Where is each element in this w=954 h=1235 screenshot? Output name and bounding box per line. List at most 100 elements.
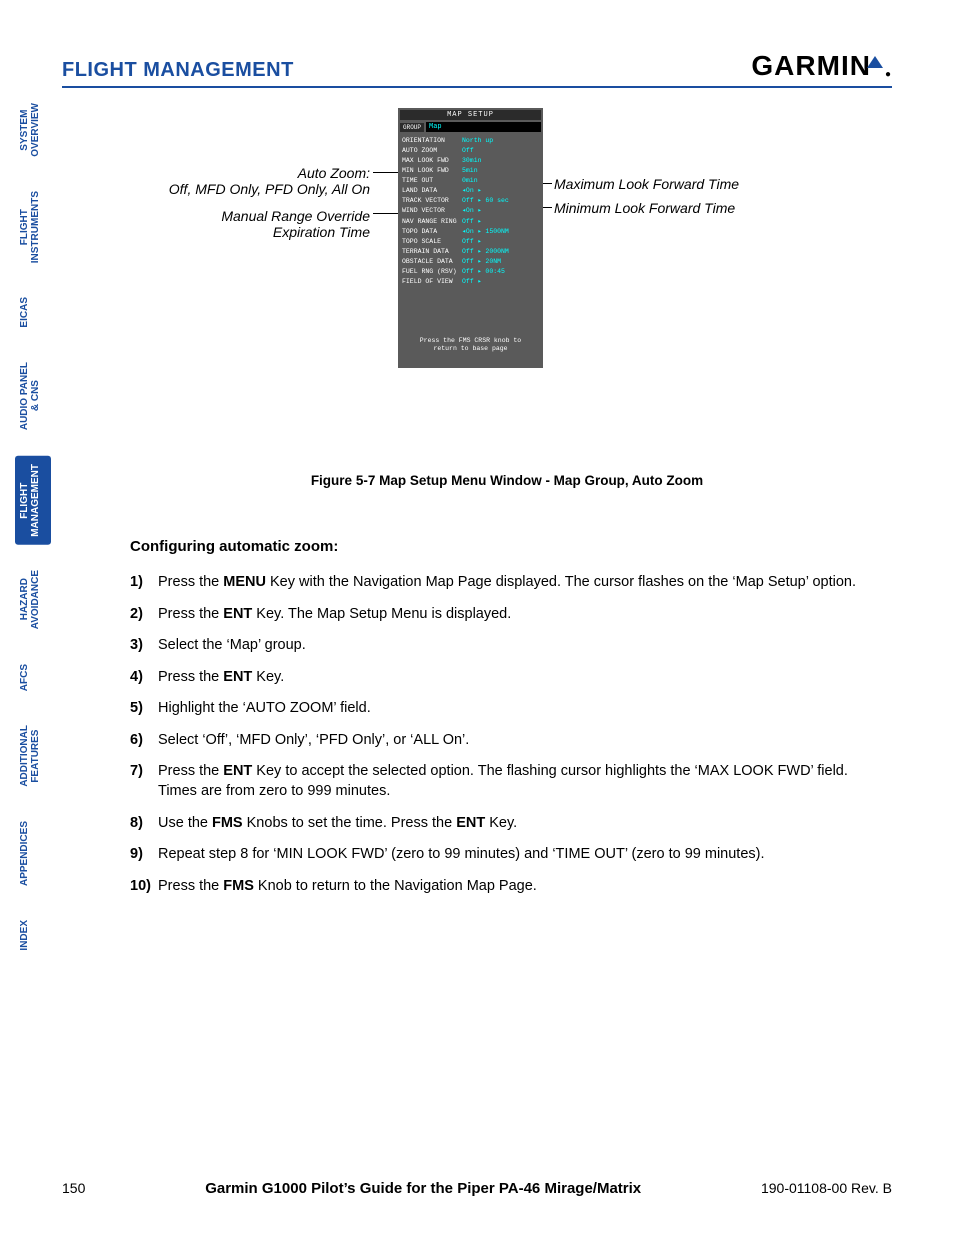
procedure-step: Press the ENT Key to accept the selected…: [130, 762, 884, 801]
sidebar-tab[interactable]: FLIGHT MANAGEMENT: [15, 456, 51, 545]
setup-key: TRACK VECTOR: [400, 196, 462, 206]
setup-value: Off: [462, 146, 541, 156]
garmin-triangle-icon: [867, 56, 883, 68]
sidebar-tab[interactable]: ADDITIONAL FEATURES: [15, 717, 51, 795]
sidebar-tab[interactable]: APPENDICES: [15, 813, 51, 894]
map-setup-row: NAV RANGE RINGOff ▸: [400, 217, 541, 227]
sidebar-tab[interactable]: INDEX: [15, 912, 51, 959]
setup-key: MAX LOOK FWD: [400, 156, 462, 166]
sidebar-tab[interactable]: HAZARD AVOIDANCE: [15, 562, 51, 637]
setup-key: OBSTACLE DATA: [400, 257, 462, 267]
sidebar-tab[interactable]: AUDIO PANEL & CNS: [15, 354, 51, 438]
callout-line: [373, 213, 400, 214]
setup-value: ◂On ▸: [462, 206, 541, 216]
group-label: GROUP: [400, 123, 424, 132]
procedure-step: Select ‘Off’, ‘MFD Only’, ‘PFD Only’, or…: [130, 731, 884, 751]
map-setup-row: TOPO DATA◂On ▸ 1500NM: [400, 227, 541, 237]
setup-key: MIN LOOK FWD: [400, 166, 462, 176]
map-setup-row: AUTO ZOOMOff: [400, 146, 541, 156]
map-setup-row: FUEL RNG (RSV)Off ▸ 00:45: [400, 267, 541, 277]
callout-line: [373, 172, 400, 173]
garmin-logo-text: GARMIN: [751, 50, 871, 82]
procedure-step: Use the FMS Knobs to set the time. Press…: [130, 814, 884, 834]
map-setup-row: TIME OUT0min: [400, 176, 541, 186]
procedure-steps: Press the MENU Key with the Navigation M…: [130, 573, 884, 896]
map-setup-footer: Press the FMS CRSR knob to return to bas…: [400, 337, 541, 354]
callout-text: Off, MFD Only, PFD Only, All On: [70, 181, 370, 197]
footer-line: return to base page: [400, 345, 541, 353]
setup-value: Off ▸: [462, 237, 541, 247]
setup-key: AUTO ZOOM: [400, 146, 462, 156]
setup-value: ◂On ▸ 1500NM: [462, 227, 541, 237]
procedure-step: Press the FMS Knob to return to the Navi…: [130, 877, 884, 897]
setup-key: TIME OUT: [400, 176, 462, 186]
setup-value: ◂On ▸: [462, 186, 541, 196]
setup-key: TOPO SCALE: [400, 237, 462, 247]
setup-key: LAND DATA: [400, 186, 462, 196]
setup-value: Off ▸ 2000NM: [462, 247, 541, 257]
map-setup-row: WIND VECTOR◂On ▸: [400, 206, 541, 216]
procedure-step: Highlight the ‘AUTO ZOOM’ field.: [130, 699, 884, 719]
procedure-step: Repeat step 8 for ‘MIN LOOK FWD’ (zero t…: [130, 845, 884, 865]
group-value: Map: [426, 122, 541, 132]
garmin-logo-period: ●: [885, 69, 892, 80]
sidebar-tab[interactable]: FLIGHT INSTRUMENTS: [15, 183, 51, 271]
map-setup-title: MAP SETUP: [400, 110, 541, 120]
map-setup-group-row: GROUP Map: [400, 122, 541, 132]
map-setup-row: TOPO SCALEOff ▸: [400, 237, 541, 247]
procedure-step: Select the ‘Map’ group.: [130, 636, 884, 656]
figure-area: Auto Zoom: Off, MFD Only, PFD Only, All …: [130, 100, 884, 465]
callout-auto-zoom: Auto Zoom: Off, MFD Only, PFD Only, All …: [70, 165, 370, 197]
setup-key: TOPO DATA: [400, 227, 462, 237]
callout-text: Auto Zoom:: [70, 165, 370, 181]
page-header: FLIGHT MANAGEMENT GARMIN ●: [62, 50, 892, 88]
callout-manual-range: Manual Range Override Expiration Time: [70, 208, 370, 240]
setup-value: Off ▸ 60 sec: [462, 196, 541, 206]
map-setup-window: MAP SETUP GROUP Map ORIENTATIONNorth upA…: [398, 108, 543, 368]
map-setup-rows: ORIENTATIONNorth upAUTO ZOOMOffMAX LOOK …: [400, 136, 541, 287]
map-setup-row: LAND DATA◂On ▸: [400, 186, 541, 196]
setup-key: ORIENTATION: [400, 136, 462, 146]
procedure-heading: Configuring automatic zoom:: [130, 538, 884, 555]
footer-title: Garmin G1000 Pilot’s Guide for the Piper…: [205, 1180, 641, 1197]
sidebar-tabs: SYSTEM OVERVIEW FLIGHT INSTRUMENTS EICAS AU…: [15, 95, 51, 958]
map-setup-row: ORIENTATIONNorth up: [400, 136, 541, 146]
callout-max-look: Maximum Look Forward Time: [554, 176, 739, 192]
setup-value: 5min: [462, 166, 541, 176]
procedure-step: Press the ENT Key. The Map Setup Menu is…: [130, 605, 884, 625]
page-number: 150: [62, 1180, 85, 1196]
map-setup-row: TRACK VECTOROff ▸ 60 sec: [400, 196, 541, 206]
setup-value: 30min: [462, 156, 541, 166]
sidebar-tab[interactable]: SYSTEM OVERVIEW: [15, 95, 51, 165]
map-setup-row: OBSTACLE DATAOff ▸ 20NM: [400, 257, 541, 267]
callout-text: Expiration Time: [70, 224, 370, 240]
setup-value: Off ▸ 20NM: [462, 257, 541, 267]
map-setup-row: MAX LOOK FWD30min: [400, 156, 541, 166]
footer-revision: 190-01108-00 Rev. B: [761, 1180, 892, 1196]
section-title: FLIGHT MANAGEMENT: [62, 59, 294, 82]
footer-line: Press the FMS CRSR knob to: [400, 337, 541, 345]
setup-key: FUEL RNG (RSV): [400, 267, 462, 277]
callout-text: Manual Range Override: [70, 208, 370, 224]
procedure-step: Press the ENT Key.: [130, 668, 884, 688]
callout-min-look: Minimum Look Forward Time: [554, 200, 735, 216]
setup-value: Off ▸ 00:45: [462, 267, 541, 277]
setup-value: North up: [462, 136, 541, 146]
sidebar-tab[interactable]: EICAS: [15, 289, 51, 336]
setup-value: 0min: [462, 176, 541, 186]
map-setup-row: TERRAIN DATAOff ▸ 2000NM: [400, 247, 541, 257]
garmin-logo: GARMIN ●: [751, 50, 892, 82]
setup-value: Off ▸: [462, 277, 541, 287]
map-setup-row: FIELD OF VIEWOff ▸: [400, 277, 541, 287]
main-content: Auto Zoom: Off, MFD Only, PFD Only, All …: [130, 100, 884, 908]
figure-caption: Figure 5-7 Map Setup Menu Window - Map G…: [130, 473, 884, 488]
setup-key: NAV RANGE RING: [400, 217, 462, 227]
setup-value: Off ▸: [462, 217, 541, 227]
map-setup-row: MIN LOOK FWD5min: [400, 166, 541, 176]
setup-key: WIND VECTOR: [400, 206, 462, 216]
setup-key: FIELD OF VIEW: [400, 277, 462, 287]
page-footer: 150 Garmin G1000 Pilot’s Guide for the P…: [62, 1180, 892, 1197]
sidebar-tab[interactable]: AFCS: [15, 656, 51, 699]
setup-key: TERRAIN DATA: [400, 247, 462, 257]
procedure-step: Press the MENU Key with the Navigation M…: [130, 573, 884, 593]
